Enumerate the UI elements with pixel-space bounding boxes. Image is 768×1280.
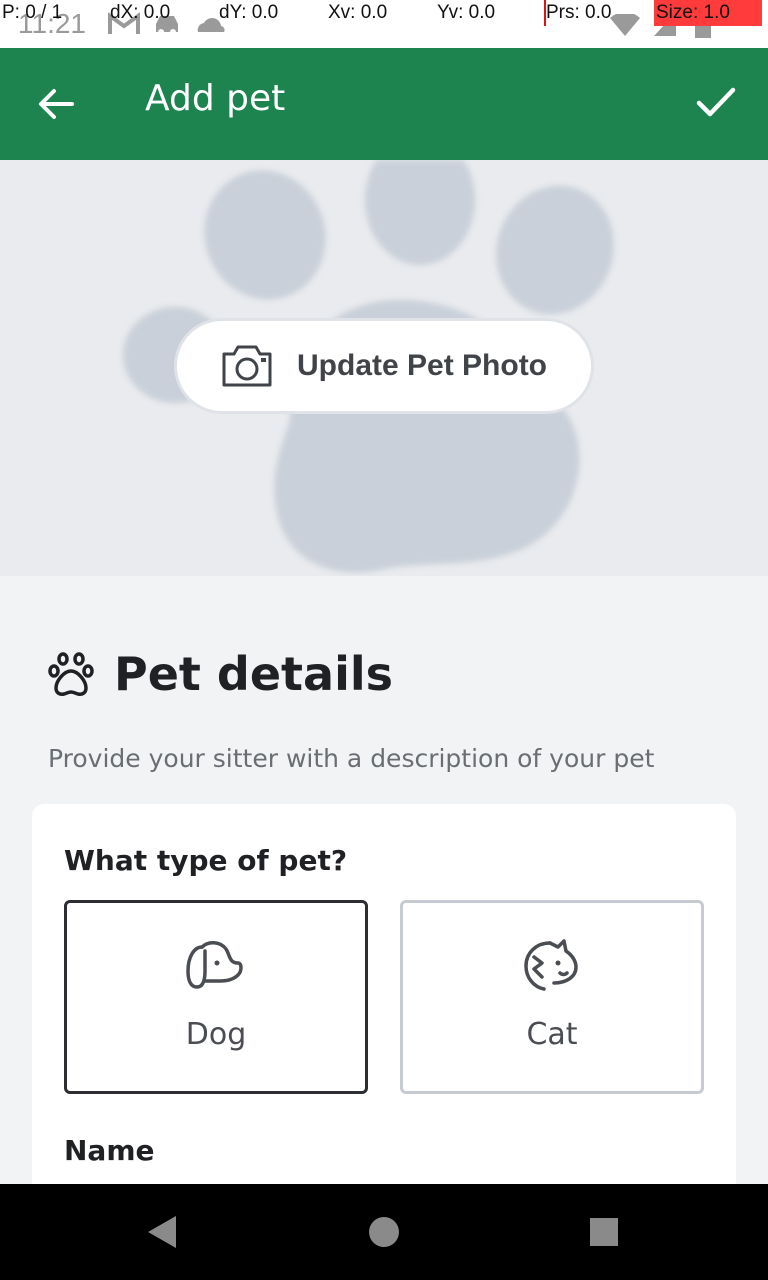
dog-icon [186,941,243,989]
debug-pointer: P: 0 / 1 [2,2,63,23]
name-label: Name [64,1134,155,1167]
debug-prs: Prs: 0.0 [546,2,612,23]
page-title: Add pet [145,78,286,119]
back-triangle-icon[interactable] [144,1214,178,1250]
debug-dy: dY: 0.0 [219,2,279,23]
section-title: Pet details [114,647,393,701]
pet-type-question: What type of pet? [64,844,348,877]
pet-type-label-dog: Dog [185,1017,247,1052]
app-bar: Add pet [0,48,768,160]
section-description: Provide your sitter with a description o… [48,744,655,773]
pet-type-card: What type of pet? Dog Cat Name [32,804,736,1224]
debug-size: Size: 1.0 [656,2,730,23]
paw-icon [48,652,94,696]
update-photo-button[interactable]: Update Pet Photo [174,318,594,414]
section-heading: Pet details [48,646,393,702]
wifi-icon [610,14,640,36]
pet-type-option-dog[interactable]: Dog [64,900,368,1094]
confirm-button[interactable] [688,72,744,132]
update-photo-label: Update Pet Photo [297,349,548,382]
pet-photo-area: Update Pet Photo [0,160,768,576]
status-bar: 11:21 P: 0 / 1 dX: 0.0 dY: 0.0 Xv: 0.0 Y… [0,0,768,48]
back-button[interactable] [28,76,84,132]
home-circle-icon[interactable] [366,1214,402,1250]
check-icon [696,87,736,117]
pet-type-label-cat: Cat [526,1017,578,1052]
camera-icon [222,345,272,387]
recents-square-icon[interactable] [588,1216,620,1248]
debug-xv: Xv: 0.0 [328,2,388,23]
pet-details-section: Pet details Provide your sitter with a d… [0,576,768,1224]
pet-type-option-cat[interactable]: Cat [400,900,704,1094]
arrow-left-icon [39,89,74,119]
debug-dx: dX: 0.0 [110,2,171,23]
system-nav-bar [0,1184,768,1280]
cat-icon [524,939,578,991]
debug-yv: Yv: 0.0 [437,2,496,23]
